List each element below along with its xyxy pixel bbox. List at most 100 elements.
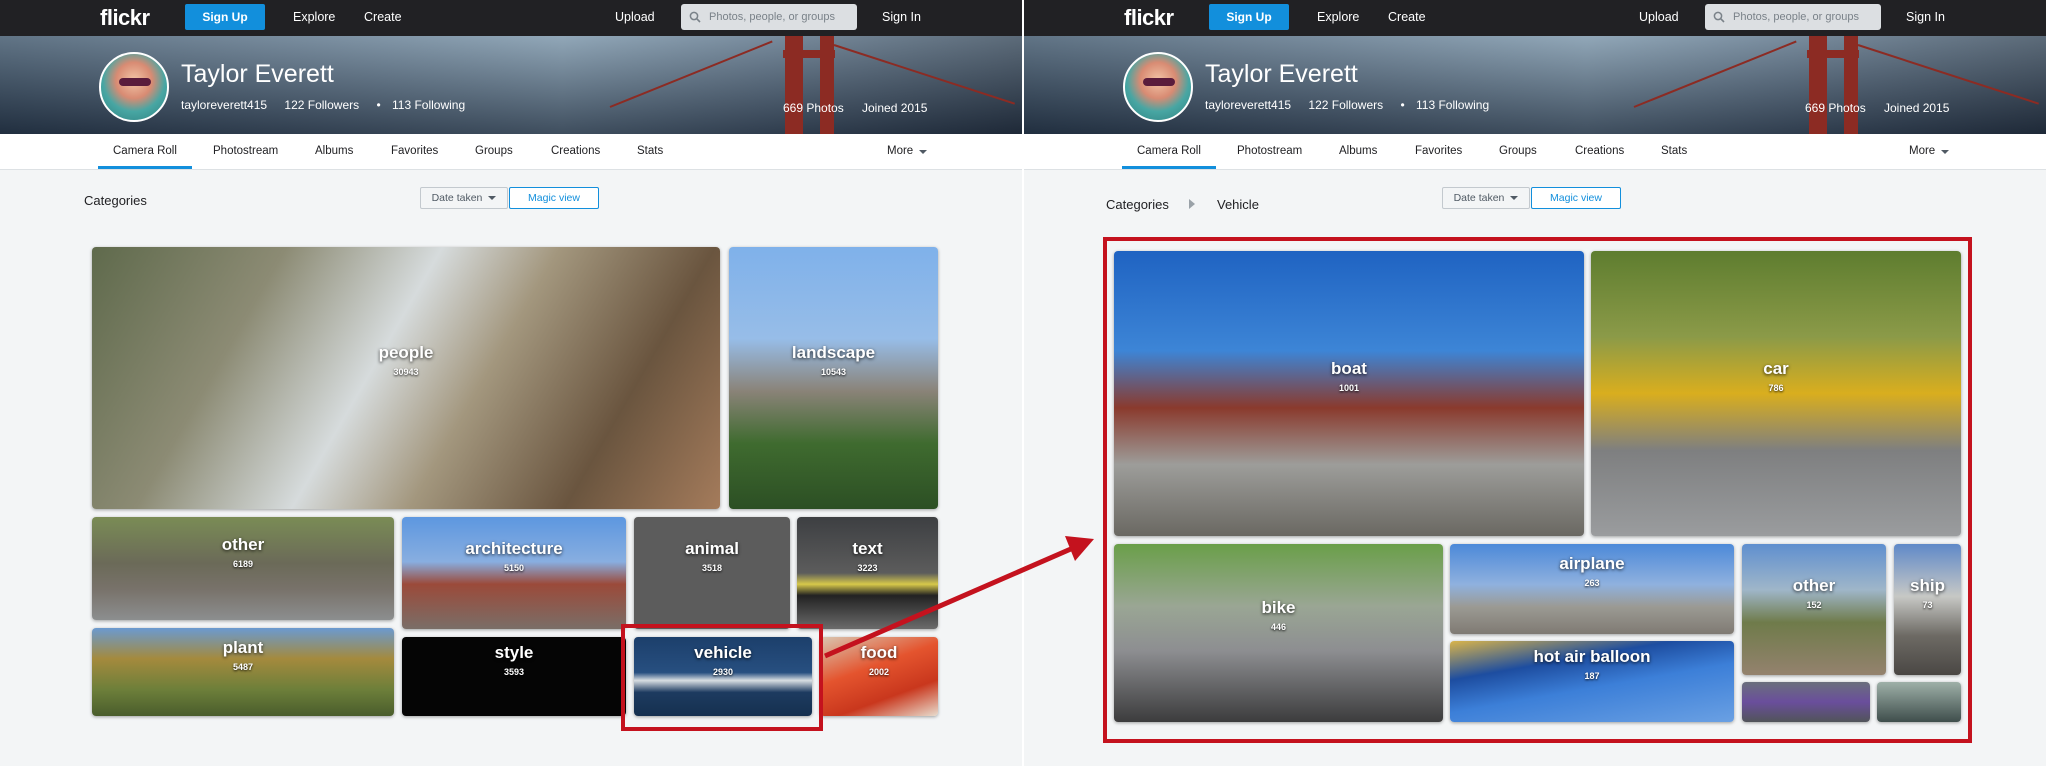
- avatar[interactable]: [1123, 52, 1193, 122]
- tab-stats[interactable]: Stats: [637, 145, 663, 157]
- tab-albums[interactable]: Albums: [1339, 145, 1377, 157]
- tab-photostream[interactable]: Photostream: [1237, 145, 1302, 157]
- right-screenshot: flickr Sign Up Explore Create Upload Pho…: [1024, 0, 2046, 766]
- signup-button[interactable]: Sign Up: [1209, 4, 1289, 30]
- upload-link[interactable]: Upload: [615, 10, 655, 24]
- followers-link[interactable]: 122 Followers: [1308, 98, 1383, 112]
- tab-camera-roll[interactable]: Camera Roll: [98, 145, 192, 169]
- username: tayloreverett415: [1205, 98, 1292, 112]
- username: tayloreverett415: [181, 98, 268, 112]
- breadcrumb-categories[interactable]: Categories: [84, 193, 147, 208]
- search-input[interactable]: Photos, people, or groups: [681, 4, 857, 30]
- tab-favorites[interactable]: Favorites: [1415, 145, 1462, 157]
- category-tile-hot-air-balloon[interactable]: hot air balloon 187: [1450, 641, 1734, 722]
- profile-name: Taylor Everett: [1205, 60, 1358, 88]
- profile-meta: tayloreverett415 122 Followers • 113 Fol…: [1205, 98, 1503, 112]
- flickr-logo[interactable]: flickr: [100, 5, 150, 31]
- date-taken-dropdown[interactable]: Date taken: [420, 187, 508, 209]
- breadcrumb-categories[interactable]: Categories: [1106, 197, 1169, 212]
- tab-groups[interactable]: Groups: [475, 145, 513, 157]
- avatar[interactable]: [99, 52, 169, 122]
- create-link[interactable]: Create: [364, 10, 402, 24]
- tab-albums[interactable]: Albums: [315, 145, 353, 157]
- search-icon: [689, 11, 701, 23]
- tile-count: 446: [1270, 622, 1287, 632]
- tile-count: 3593: [503, 667, 525, 677]
- tile-label: people: [378, 343, 434, 362]
- tab-creations[interactable]: Creations: [1575, 145, 1624, 157]
- tile-count: 10543: [820, 367, 847, 377]
- category-tile-plant[interactable]: plant 5487: [92, 628, 394, 716]
- category-tile-architecture[interactable]: architecture 5150: [402, 517, 626, 629]
- category-tile-other[interactable]: other 152: [1742, 544, 1886, 675]
- profile-name: Taylor Everett: [181, 60, 334, 88]
- chevron-down-icon: [919, 150, 928, 154]
- category-tile-animal[interactable]: animal 3518: [634, 517, 790, 629]
- signup-button[interactable]: Sign Up: [185, 4, 265, 30]
- tile-label: boat: [1331, 359, 1367, 378]
- explore-link[interactable]: Explore: [1317, 10, 1359, 24]
- more-menu[interactable]: More: [887, 145, 928, 157]
- more-label: More: [887, 145, 914, 157]
- search-placeholder: Photos, people, or groups: [1733, 11, 1859, 23]
- tile-count: 5150: [503, 563, 525, 573]
- tile-label: bike: [1261, 598, 1296, 617]
- tile-label: ship: [1910, 576, 1945, 595]
- vehicle-highlight-box: [621, 624, 823, 731]
- explore-link[interactable]: Explore: [293, 10, 335, 24]
- tile-label: other: [221, 535, 265, 554]
- joined-date: Joined 2015: [1884, 101, 1950, 115]
- tab-photostream[interactable]: Photostream: [213, 145, 278, 157]
- tab-stats[interactable]: Stats: [1661, 145, 1687, 157]
- tile-count: 263: [1584, 578, 1600, 588]
- tile-label: airplane: [1559, 554, 1625, 573]
- photo-count: 669 Photos: [783, 101, 844, 115]
- category-tile-landscape[interactable]: landscape 10543: [729, 247, 938, 509]
- category-tile-food[interactable]: food 2002: [820, 637, 938, 716]
- profile-meta: tayloreverett415 122 Followers • 113 Fol…: [181, 98, 479, 112]
- category-tile-ship[interactable]: ship 73: [1894, 544, 1961, 675]
- tile-label: architecture: [465, 539, 563, 558]
- category-tile-airplane[interactable]: airplane 263: [1450, 544, 1734, 634]
- tile-count: 73: [1922, 600, 1933, 610]
- create-link[interactable]: Create: [1388, 10, 1426, 24]
- category-tile-extra-2[interactable]: [1877, 682, 1961, 722]
- tile-count: 30943: [393, 367, 419, 377]
- search-input[interactable]: Photos, people, or groups: [1705, 4, 1881, 30]
- category-tile-other[interactable]: other 6189: [92, 517, 394, 620]
- category-tile-boat[interactable]: boat 1001: [1114, 251, 1584, 536]
- tile-label: landscape: [791, 343, 876, 362]
- flickr-logo[interactable]: flickr: [1124, 5, 1174, 31]
- category-tile-car[interactable]: car 786: [1591, 251, 1961, 536]
- following-link[interactable]: 113 Following: [1416, 98, 1489, 112]
- tile-count: 3518: [701, 563, 723, 573]
- tab-groups[interactable]: Groups: [1499, 145, 1537, 157]
- meta-separator: •: [376, 98, 381, 112]
- category-tile-style[interactable]: style 3593: [402, 637, 626, 716]
- search-placeholder: Photos, people, or groups: [709, 11, 835, 23]
- chevron-down-icon: [488, 196, 497, 200]
- signin-link[interactable]: Sign In: [882, 10, 921, 24]
- left-screenshot: flickr Sign Up Explore Create Upload Pho…: [0, 0, 1022, 766]
- more-menu[interactable]: More: [1909, 145, 1950, 157]
- breadcrumb-arrow-icon: [1189, 199, 1195, 209]
- category-tile-extra-1[interactable]: [1742, 682, 1870, 722]
- magic-view-button[interactable]: Magic view: [1531, 187, 1621, 209]
- tile-count: 5487: [232, 662, 254, 672]
- joined-date: Joined 2015: [862, 101, 928, 115]
- tile-label: style: [494, 643, 534, 662]
- upload-link[interactable]: Upload: [1639, 10, 1679, 24]
- tab-camera-roll[interactable]: Camera Roll: [1122, 145, 1216, 169]
- tile-label: other: [1792, 576, 1836, 595]
- signin-link[interactable]: Sign In: [1906, 10, 1945, 24]
- category-tile-people[interactable]: people 30943: [92, 247, 720, 509]
- tab-favorites[interactable]: Favorites: [391, 145, 438, 157]
- photo-count: 669 Photos: [1805, 101, 1866, 115]
- date-taken-dropdown[interactable]: Date taken: [1442, 187, 1530, 209]
- followers-link[interactable]: 122 Followers: [284, 98, 359, 112]
- tab-creations[interactable]: Creations: [551, 145, 600, 157]
- magic-view-button[interactable]: Magic view: [509, 187, 599, 209]
- following-link[interactable]: 113 Following: [392, 98, 465, 112]
- category-tile-text[interactable]: text 3223: [797, 517, 938, 629]
- category-tile-bike[interactable]: bike 446: [1114, 544, 1443, 722]
